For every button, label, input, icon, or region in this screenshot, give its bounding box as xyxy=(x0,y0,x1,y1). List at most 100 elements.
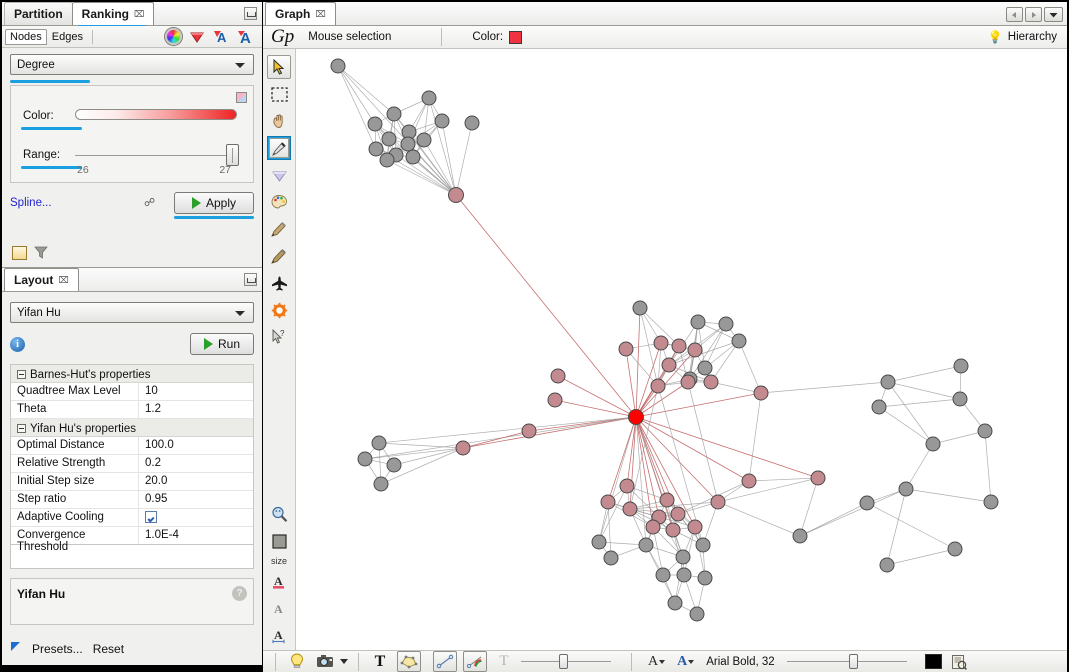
graph-node[interactable] xyxy=(792,528,808,544)
property-value[interactable]: 1.0E-4 xyxy=(139,527,253,544)
nav-forward-button[interactable] xyxy=(1025,7,1042,22)
edge-labels-text-icon[interactable]: T xyxy=(493,652,515,672)
graph-node[interactable] xyxy=(550,368,566,384)
graph-node[interactable] xyxy=(632,300,648,316)
edge-line-icon[interactable] xyxy=(433,651,457,672)
font-scale-slider[interactable] xyxy=(786,654,907,669)
table-row[interactable]: Initial Step size 20.0 xyxy=(11,473,253,491)
graph-node[interactable] xyxy=(622,501,638,517)
graph-node[interactable] xyxy=(925,436,941,452)
graph-node[interactable] xyxy=(381,131,397,147)
color-palette-tool-icon[interactable] xyxy=(267,190,291,214)
layout-algorithm-select[interactable]: Yifan Hu xyxy=(10,302,254,323)
graph-node[interactable] xyxy=(947,541,963,557)
selection-color-swatch[interactable] xyxy=(509,30,523,44)
minimize-layout-panel-button[interactable] xyxy=(244,273,257,286)
range-slider-track[interactable] xyxy=(75,155,237,156)
paintbrush-tool-icon[interactable] xyxy=(267,136,291,160)
graph-node[interactable] xyxy=(371,435,387,451)
zoom-magnifier-icon[interactable] xyxy=(267,502,291,526)
apply-button[interactable]: Apply xyxy=(174,192,254,214)
graph-node[interactable] xyxy=(650,378,666,394)
graph-node[interactable] xyxy=(405,149,421,165)
graph-node[interactable] xyxy=(638,537,654,553)
spline-link[interactable]: Spline... xyxy=(10,197,52,209)
graph-node[interactable] xyxy=(448,187,464,203)
gear-settings-tool-icon[interactable] xyxy=(267,298,291,322)
property-value[interactable]: 10 xyxy=(139,383,253,400)
edge-color-icon[interactable] xyxy=(463,651,487,672)
filter-funnel-icon[interactable] xyxy=(34,245,48,263)
graph-node[interactable] xyxy=(880,374,896,390)
tab-ranking[interactable]: Ranking ⌧ xyxy=(71,2,155,25)
graph-node[interactable] xyxy=(879,557,895,573)
adaptive-cooling-checkbox[interactable] xyxy=(145,511,157,523)
graph-node[interactable] xyxy=(330,58,346,74)
graph-canvas[interactable] xyxy=(296,49,1067,650)
graph-node[interactable] xyxy=(695,537,711,553)
table-row[interactable]: Convergence Threshold 1.0E-4 xyxy=(11,527,253,553)
graph-node[interactable] xyxy=(618,341,634,357)
graph-node[interactable] xyxy=(368,141,384,157)
help-icon[interactable]: ? xyxy=(232,586,247,601)
pencil-node-tool-icon[interactable] xyxy=(267,217,291,241)
airplane-shortest-path-icon[interactable] xyxy=(267,271,291,295)
graph-node[interactable] xyxy=(753,385,769,401)
graph-node[interactable] xyxy=(645,519,661,535)
graph-node[interactable] xyxy=(400,136,416,152)
graph-node[interactable] xyxy=(710,494,726,510)
graph-node[interactable] xyxy=(810,470,826,486)
graph-node[interactable] xyxy=(434,113,450,129)
palette-chip-icon[interactable] xyxy=(236,92,247,103)
reset-button[interactable]: Reset xyxy=(93,642,124,656)
property-value[interactable]: 0.2 xyxy=(139,455,253,472)
graph-node[interactable] xyxy=(680,374,696,390)
graph-node[interactable] xyxy=(670,506,686,522)
subtab-edges[interactable]: Edges xyxy=(47,29,88,45)
network-graph[interactable] xyxy=(296,49,1066,627)
color-gradient-bar[interactable] xyxy=(75,109,237,120)
subtab-nodes[interactable]: Nodes xyxy=(5,28,47,45)
camera-dropdown-icon[interactable] xyxy=(340,659,348,664)
graph-node[interactable] xyxy=(667,595,683,611)
property-value[interactable]: 1.2 xyxy=(139,401,253,418)
screenshot-camera-icon[interactable] xyxy=(314,652,336,672)
graph-node[interactable] xyxy=(898,481,914,497)
pencil-edge-tool-icon[interactable] xyxy=(267,244,291,268)
collapse-icon[interactable] xyxy=(17,370,26,379)
graph-node[interactable] xyxy=(653,335,669,351)
table-row[interactable]: Adaptive Cooling xyxy=(11,509,253,527)
graph-node[interactable] xyxy=(671,338,687,354)
node-labels-text-icon[interactable]: T xyxy=(369,652,391,672)
font-color-a-icon[interactable]: A xyxy=(677,654,695,670)
label-color-a-icon[interactable]: A xyxy=(267,569,291,593)
font-label[interactable]: Arial Bold, 32 xyxy=(706,656,774,668)
graph-node[interactable] xyxy=(871,399,887,415)
list-view-icon[interactable] xyxy=(12,246,27,260)
graph-node[interactable] xyxy=(741,473,757,489)
graph-node[interactable] xyxy=(659,492,675,508)
graph-node[interactable] xyxy=(697,570,713,586)
graph-node[interactable] xyxy=(367,116,383,132)
property-group-header[interactable]: Yifan Hu's properties xyxy=(11,419,253,437)
property-group-header[interactable]: Barnes-Hut's properties xyxy=(11,365,253,383)
graph-node[interactable] xyxy=(690,314,706,330)
close-icon[interactable]: ⌧ xyxy=(58,275,68,286)
graph-node[interactable] xyxy=(687,519,703,535)
graph-node[interactable] xyxy=(379,152,395,168)
graph-node[interactable] xyxy=(703,374,719,390)
info-icon[interactable]: i xyxy=(10,336,25,352)
graph-node[interactable] xyxy=(386,457,402,473)
graph-node[interactable] xyxy=(859,495,875,511)
property-value[interactable]: 20.0 xyxy=(139,473,253,490)
label-size-slider[interactable] xyxy=(521,654,611,669)
run-button[interactable]: Run xyxy=(190,333,254,355)
graph-node[interactable] xyxy=(600,494,616,510)
graph-node[interactable] xyxy=(455,440,471,456)
nav-back-button[interactable] xyxy=(1006,7,1023,22)
table-row[interactable]: Quadtree Max Level 10 xyxy=(11,383,253,401)
graph-node[interactable] xyxy=(952,391,968,407)
graph-node[interactable] xyxy=(675,549,691,565)
link-chain-icon[interactable]: ☍ xyxy=(144,196,155,209)
color-wheel-icon[interactable] xyxy=(163,28,183,46)
